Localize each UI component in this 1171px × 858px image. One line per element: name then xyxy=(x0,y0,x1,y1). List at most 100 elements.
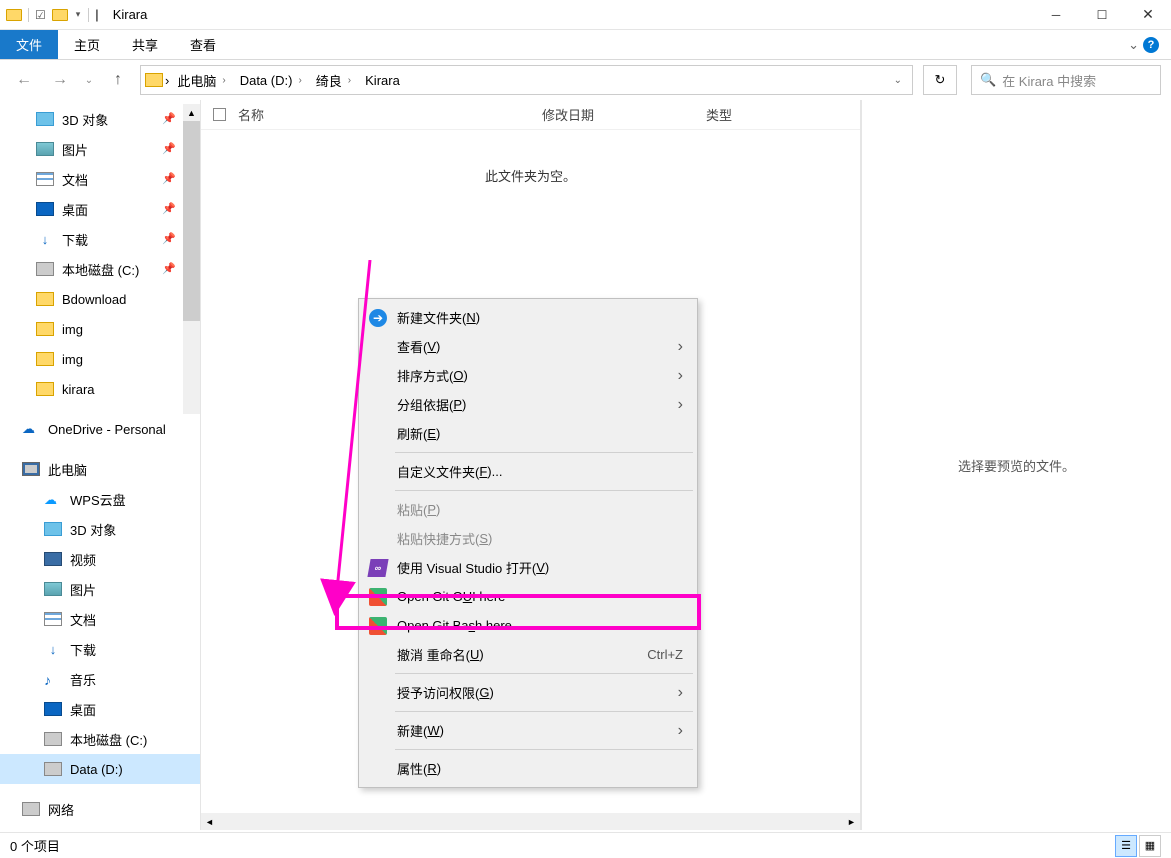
sidebar-item[interactable]: 文档📌 xyxy=(0,164,200,194)
context-menu: ➔新建文件夹(N) 查看(V) 排序方式(O) 分组依据(P) 刷新(E) 自定… xyxy=(358,298,698,788)
horizontal-scrollbar[interactable]: ◄ ► xyxy=(201,813,860,830)
sidebar-scrollbar[interactable]: ▲ xyxy=(183,104,200,414)
navbar: ← → ⌄ ↑ › 此电脑› Data (D:)› 绮良› Kirara ⌄ ↻… xyxy=(0,60,1171,100)
minimize-button[interactable]: ─ xyxy=(1033,0,1079,30)
forward-button[interactable]: → xyxy=(46,66,74,94)
address-bar[interactable]: › 此电脑› Data (D:)› 绮良› Kirara ⌄ xyxy=(140,65,913,95)
network-icon xyxy=(22,802,40,816)
separator xyxy=(395,490,693,491)
ico-dl-icon: ↓ xyxy=(36,232,54,246)
status-text: 0 个项目 xyxy=(10,836,60,855)
up-button[interactable]: ↑ xyxy=(104,66,132,94)
sidebar-item-label: 视频 xyxy=(70,550,96,569)
sidebar-item[interactable]: 桌面 xyxy=(0,694,200,724)
ico-doc-icon xyxy=(36,172,54,186)
pin-icon: 📌 xyxy=(162,262,176,275)
column-type[interactable]: 类型 xyxy=(706,105,732,124)
sidebar-item[interactable]: ♪音乐 xyxy=(0,664,200,694)
sidebar-item-thispc[interactable]: 此电脑 xyxy=(0,454,200,484)
sidebar-item[interactable]: 本地磁盘 (C:)📌 xyxy=(0,254,200,284)
sidebar-item-label: Bdownload xyxy=(62,292,126,307)
close-button[interactable]: ✕ xyxy=(1125,0,1171,30)
scroll-up-icon[interactable]: ▲ xyxy=(183,104,200,121)
sidebar-item[interactable]: Data (D:) xyxy=(0,754,200,784)
sidebar-item[interactable]: 视频 xyxy=(0,544,200,574)
sidebar-item[interactable]: 本地磁盘 (C:) xyxy=(0,724,200,754)
sidebar: 3D 对象📌图片📌文档📌桌面📌↓下载📌本地磁盘 (C:)📌Bdownloadim… xyxy=(0,100,200,830)
scroll-thumb[interactable] xyxy=(183,121,200,321)
new-folder-icon: ➔ xyxy=(369,309,387,327)
column-header-row: 名称 修改日期 类型 xyxy=(201,100,860,130)
ctx-open-vs[interactable]: ∞使用 Visual Studio 打开(V) xyxy=(361,553,695,582)
chevron-right-icon[interactable]: › xyxy=(165,73,169,88)
back-button[interactable]: ← xyxy=(10,66,38,94)
view-large-icons-button[interactable]: ▦ xyxy=(1139,835,1161,857)
sidebar-item-label: Data (D:) xyxy=(70,762,123,777)
scroll-right-icon[interactable]: ► xyxy=(843,813,860,830)
sidebar-item-network[interactable]: 网络 xyxy=(0,794,200,824)
tab-home[interactable]: 主页 xyxy=(58,30,116,59)
sidebar-item[interactable]: 图片 xyxy=(0,574,200,604)
ico-dl-icon: ↓ xyxy=(44,642,62,656)
ctx-customize[interactable]: 自定义文件夹(F)... xyxy=(361,457,695,486)
sidebar-item-label: 3D 对象 xyxy=(62,110,108,129)
sidebar-item[interactable]: 文档 xyxy=(0,604,200,634)
chevron-right-icon[interactable]: › xyxy=(298,75,301,86)
visual-studio-icon: ∞ xyxy=(367,559,388,577)
preview-prompt: 选择要预览的文件。 xyxy=(958,456,1075,475)
qat-properties-icon[interactable]: ☑ xyxy=(35,8,46,22)
sidebar-item[interactable]: img xyxy=(0,314,200,344)
chevron-right-icon[interactable]: › xyxy=(222,75,225,86)
column-name[interactable]: 名称 xyxy=(238,105,538,124)
help-icon[interactable]: ? xyxy=(1143,37,1159,53)
sidebar-item-onedrive[interactable]: ☁ OneDrive - Personal xyxy=(0,414,200,444)
ctx-new-folder[interactable]: ➔新建文件夹(N) xyxy=(361,303,695,332)
ico-3d-icon xyxy=(44,522,62,536)
separator xyxy=(395,749,693,750)
maximize-button[interactable]: ☐ xyxy=(1079,0,1125,30)
sidebar-item[interactable]: ↓下载📌 xyxy=(0,224,200,254)
ctx-new[interactable]: 新建(W) xyxy=(361,716,695,745)
ctx-git-bash[interactable]: Open Git Bash here xyxy=(361,611,695,640)
qat-dropdown-icon[interactable]: ▾ xyxy=(74,9,83,20)
ctx-grant-access[interactable]: 授予访问权限(G) xyxy=(361,678,695,707)
ribbon-expand-icon[interactable]: ⌄ xyxy=(1128,37,1139,53)
chevron-right-icon[interactable]: › xyxy=(348,75,351,86)
refresh-button[interactable]: ↻ xyxy=(923,65,957,95)
sidebar-item-label: 音乐 xyxy=(70,670,96,689)
tab-file[interactable]: 文件 xyxy=(0,30,58,59)
qat-newfolder-icon[interactable] xyxy=(52,9,68,21)
sidebar-item[interactable]: img xyxy=(0,344,200,374)
git-icon xyxy=(369,617,387,635)
sidebar-item-label: 桌面 xyxy=(62,200,88,219)
history-dropdown[interactable]: ⌄ xyxy=(82,66,96,94)
ctx-refresh[interactable]: 刷新(E) xyxy=(361,419,695,448)
sidebar-item[interactable]: 图片📌 xyxy=(0,134,200,164)
tab-view[interactable]: 查看 xyxy=(174,30,232,59)
separator xyxy=(395,452,693,453)
column-date[interactable]: 修改日期 xyxy=(542,105,702,124)
tab-share[interactable]: 共享 xyxy=(116,30,174,59)
sidebar-item[interactable]: ↓下载 xyxy=(0,634,200,664)
ctx-sort[interactable]: 排序方式(O) xyxy=(361,361,695,390)
scroll-left-icon[interactable]: ◄ xyxy=(201,813,218,830)
separator xyxy=(28,8,29,22)
breadcrumb-item: 绮良› xyxy=(310,69,357,92)
sidebar-item[interactable]: Bdownload xyxy=(0,284,200,314)
ctx-undo-rename[interactable]: 撤消 重命名(U)Ctrl+Z xyxy=(361,640,695,669)
ctx-group[interactable]: 分组依据(P) xyxy=(361,390,695,419)
select-all-checkbox[interactable] xyxy=(213,108,226,121)
pc-icon xyxy=(22,462,40,476)
view-details-button[interactable]: ☰ xyxy=(1115,835,1137,857)
sidebar-item[interactable]: 桌面📌 xyxy=(0,194,200,224)
sidebar-item[interactable]: 3D 对象📌 xyxy=(0,104,200,134)
address-dropdown-icon[interactable]: ⌄ xyxy=(888,75,908,86)
sidebar-item[interactable]: kirara xyxy=(0,374,200,404)
ico-pic-icon xyxy=(44,582,62,596)
ctx-properties[interactable]: 属性(R) xyxy=(361,754,695,783)
sidebar-item[interactable]: ☁WPS云盘 xyxy=(0,484,200,514)
ctx-view[interactable]: 查看(V) xyxy=(361,332,695,361)
sidebar-item[interactable]: 3D 对象 xyxy=(0,514,200,544)
ctx-git-gui[interactable]: Open Git GUI here xyxy=(361,582,695,611)
search-input[interactable]: 🔍 在 Kirara 中搜索 xyxy=(971,65,1161,95)
